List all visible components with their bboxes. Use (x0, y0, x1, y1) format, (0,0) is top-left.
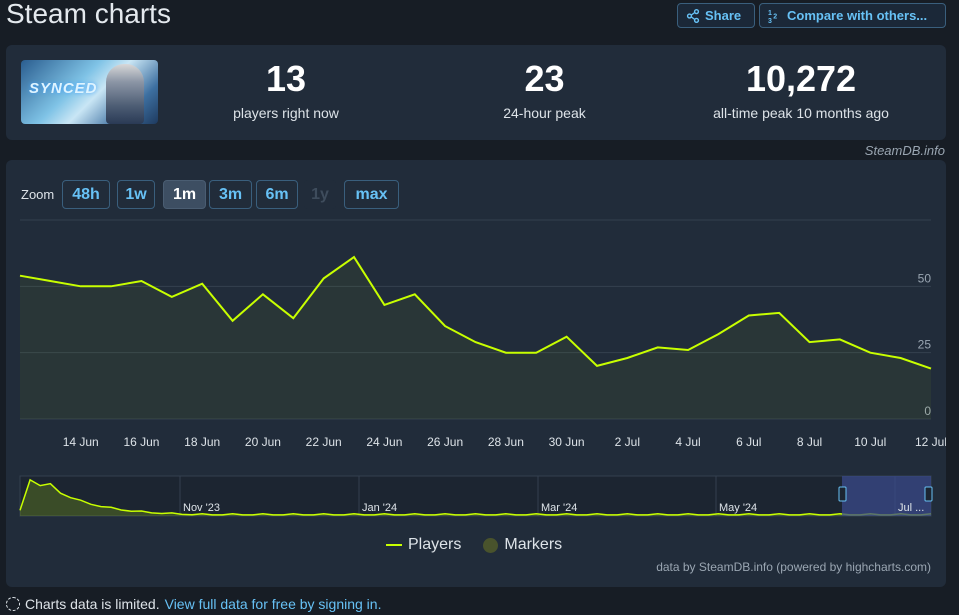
svg-text:2: 2 (773, 13, 777, 20)
navigator-handle[interactable] (924, 486, 933, 502)
svg-text:3: 3 (768, 18, 772, 23)
navigator-label: Nov '23 (183, 502, 220, 514)
compare-icon: 1 23 (768, 10, 777, 23)
navigator-background (19, 475, 932, 517)
chart-legend: Players Markers (386, 536, 562, 554)
player-count-chart[interactable]: 0255014 Jun 16 Jun 18 Jun 20 Jun 22 Jun 24 Ju… (6, 160, 946, 587)
share-label: Share (705, 8, 742, 23)
x-tick-label: 8 Jul (797, 435, 822, 449)
x-tick-label: 24 Jun (366, 435, 402, 449)
x-tick-label: 16 Jun (123, 435, 159, 449)
x-tick-label: 4 Jul (675, 435, 700, 449)
x-tick-label: 18 Jun (184, 435, 220, 449)
stats-panel: SYNCED 13 players right now 23 24-hour p… (6, 45, 946, 140)
x-tick-label: 14 Jun (63, 435, 99, 449)
sign-in-link[interactable]: View full data for free by signing in. (165, 596, 382, 612)
legend-players-swatch (386, 544, 402, 546)
spinner-icon (6, 597, 20, 611)
game-logo: SYNCED (29, 80, 98, 97)
x-tick-label: 22 Jun (306, 435, 342, 449)
stat-players-now: 13 players right now (226, 58, 346, 122)
stat-alltime-peak-value: 10,272 (745, 58, 857, 99)
legend-markers[interactable]: Markers (483, 536, 562, 554)
stat-24h-peak: 23 24-hour peak (486, 58, 603, 122)
legend-markers-swatch (483, 537, 499, 553)
data-limited-text: Charts data is limited. (25, 596, 160, 612)
y-tick-label: 25 (918, 338, 932, 352)
stat-players-now-label: players right now (233, 105, 339, 121)
steamdb-watermark: SteamDB.info (864, 143, 945, 158)
x-tick-label: 2 Jul (615, 435, 640, 449)
legend-markers-label: Markers (504, 536, 563, 553)
navigator-label: May '24 (719, 502, 757, 514)
data-limited-note: Charts data is limited. View full data f… (6, 596, 381, 612)
chart-credits[interactable]: data by SteamDB.info (powered by highcha… (656, 560, 931, 574)
navigator-handle[interactable] (838, 486, 847, 502)
share-button[interactable]: Share (677, 3, 755, 28)
x-tick-label: 6 Jul (736, 435, 761, 449)
compare-label: Compare with others... (787, 8, 928, 23)
compare-button[interactable]: 123 Compare with others... (759, 3, 946, 28)
legend-players[interactable]: Players (386, 536, 461, 554)
x-tick-label: 28 Jun (488, 435, 524, 449)
stat-alltime-peak-label: all-time peak 10 months ago (713, 105, 889, 121)
chart-panel: Zoom 48h 1w 1m 3m 6m 1y max 0 25 50 14 Jun 1… (6, 160, 946, 587)
game-character-art (106, 64, 144, 124)
x-tick-label: 26 Jun (427, 435, 463, 449)
y-tick-label: 50 (918, 271, 932, 285)
x-tick-label: 12 Jul (915, 435, 946, 449)
stat-24h-peak-label: 24-hour peak (503, 105, 586, 121)
share-icon (686, 8, 700, 23)
navigator-label: Jul ... (898, 502, 924, 514)
page-title: Steam charts (6, 0, 171, 29)
x-tick-label: 20 Jun (245, 435, 281, 449)
navigator-label: Mar '24 (541, 502, 577, 514)
x-tick-label: 10 Jul (854, 435, 886, 449)
x-tick-label: 30 Jun (549, 435, 585, 449)
legend-players-label: Players (408, 536, 462, 553)
stat-24h-peak-value: 23 (524, 58, 565, 99)
stat-players-now-value: 13 (265, 58, 307, 99)
players-area (20, 257, 931, 419)
svg-text:1: 1 (768, 10, 772, 17)
stat-alltime-peak: 10,272 all-time peak 10 months ago (701, 58, 901, 122)
navigator-label: Jan '24 (362, 502, 397, 514)
game-header-image[interactable]: SYNCED (21, 60, 158, 124)
